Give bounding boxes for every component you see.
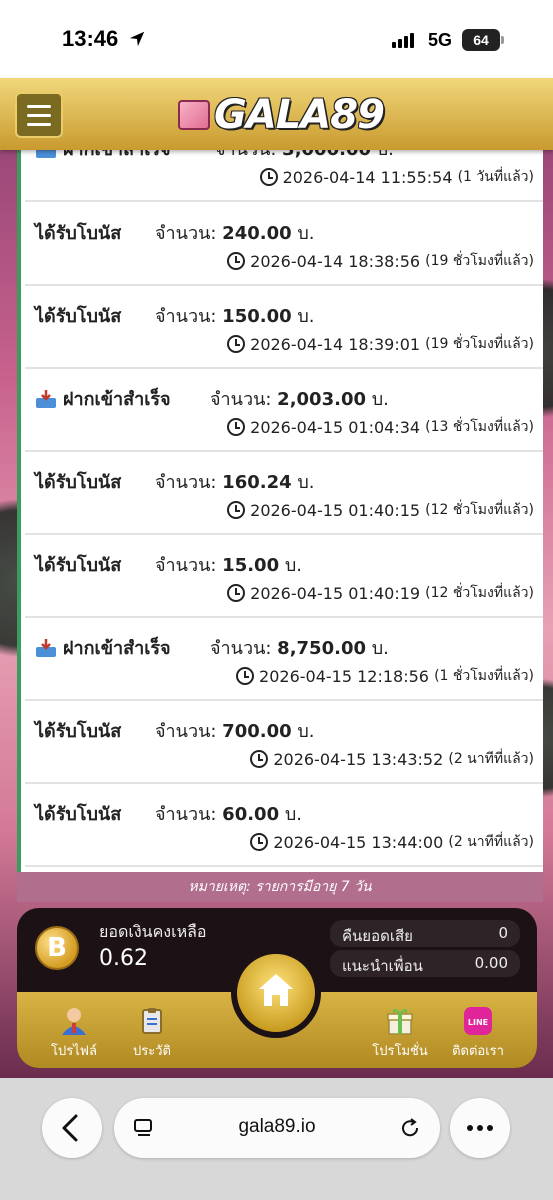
status-time: 13:46: [62, 26, 119, 51]
clock-icon: [250, 750, 269, 768]
clock-icon: [227, 501, 246, 519]
svg-text:LINE: LINE: [468, 1018, 488, 1027]
transaction-type: ฝากเข้าสำเร็จ: [35, 384, 171, 413]
transaction-amount: จำนวน: 2,003.00 บ.: [210, 389, 389, 410]
transaction-amount: จำนวน: 150.00 บ.: [155, 306, 315, 327]
url-text: gala89.io: [238, 1116, 316, 1137]
transaction-datetime: 2026-04-15 13:44:00 (2 นาทีที่แล้ว): [250, 831, 534, 853]
url-bar[interactable]: gala89.io: [114, 1098, 440, 1158]
back-button[interactable]: [42, 1098, 102, 1158]
more-options-button[interactable]: [450, 1098, 510, 1158]
bitcoin-coin-icon: B: [35, 926, 79, 970]
status-bar: 13:46 5G 64: [0, 0, 553, 78]
transaction-item: ได้รับโบนัส จำนวน: 160.24 บ. 2026-04-15 …: [25, 455, 543, 535]
home-button[interactable]: [231, 948, 321, 1038]
transaction-amount: จำนวน: 8,750.00 บ.: [210, 638, 389, 659]
transaction-type: ได้รับโบนัส: [35, 721, 122, 742]
transaction-list[interactable]: ฝากเข้าสำเร็จ จำนวน: 3,000.00 บ. 2026-04…: [17, 150, 543, 872]
nav-promotion[interactable]: โปรโมชั่น: [365, 1006, 435, 1061]
transaction-item: ได้รับโบนัส จำนวน: 150.00 บ. 2026-04-14 …: [25, 289, 543, 369]
inbox-tray-icon: [35, 150, 57, 159]
clock-icon: [227, 252, 246, 270]
transaction-type: ฝากเข้าสำเร็จ: [35, 633, 171, 662]
balance-value: 0.62: [99, 946, 148, 971]
cellular-signal-icon: [392, 33, 414, 48]
chevron-left-icon: [62, 1114, 78, 1142]
clock-icon: [259, 168, 278, 186]
transaction-datetime: 2026-04-15 13:43:52 (2 นาทีที่แล้ว): [250, 748, 534, 770]
clock-icon: [236, 667, 255, 685]
wallet-dock: B ยอดเงินคงเหลือ 0.62 คืนยอดเสีย 0 แนะนำ…: [17, 908, 537, 1068]
nav-contact[interactable]: LINE ติดต่อเรา: [443, 1006, 513, 1061]
browser-toolbar: gala89.io: [0, 1078, 553, 1200]
transaction-datetime: 2026-04-14 18:38:56 (19 ชั่วโมงที่แล้ว): [227, 250, 534, 272]
reload-icon[interactable]: [398, 1116, 422, 1140]
nav-profile[interactable]: โปรไฟล์: [39, 1006, 109, 1061]
gift-icon: [385, 1006, 415, 1036]
transaction-amount: จำนวน: 3,000.00 บ.: [215, 150, 394, 163]
transaction-item: ฝากเข้าสำเร็จ จำนวน: 2,003.00 บ. 2026-04…: [25, 372, 543, 452]
retention-note: หมายเหตุ: รายการมีอายุ 7 วัน: [17, 872, 543, 902]
brand-name: GALA89: [214, 92, 385, 138]
transaction-item: ได้รับโบนัส จำนวน: 15.00 บ. 2026-04-15 0…: [25, 538, 543, 618]
app-header: GALA89: [0, 78, 553, 150]
transaction-type: ได้รับโบนัส: [35, 804, 122, 825]
transaction-amount: จำนวน: 15.00 บ.: [155, 555, 302, 576]
transaction-item: ฝากเข้าสำเร็จ จำนวน: 8,750.00 บ. 2026-04…: [25, 621, 543, 701]
transaction-item: ได้รับโบนัส จำนวน: 60.00 บ. 2026-04-15 1…: [25, 787, 543, 867]
balance-label: ยอดเงินคงเหลือ: [99, 922, 207, 941]
inbox-tray-icon: [35, 638, 57, 658]
clock-icon: [227, 418, 246, 436]
transaction-amount: จำนวน: 60.00 บ.: [155, 804, 302, 825]
clipboard-icon: [137, 1006, 167, 1036]
user-avatar-icon: [59, 1006, 89, 1036]
battery-tip: [501, 36, 504, 44]
transaction-datetime: 2026-04-14 11:55:54 (1 วันที่แล้ว): [259, 166, 534, 188]
transaction-type: ได้รับโบนัส: [35, 223, 122, 244]
transaction-type: ได้รับโบนัส: [35, 555, 122, 576]
clock-icon: [227, 335, 246, 353]
transaction-datetime: 2026-04-15 01:04:34 (13 ชั่วโมงที่แล้ว): [227, 416, 534, 438]
home-icon: [259, 974, 293, 1006]
clock-icon: [250, 833, 269, 851]
transaction-datetime: 2026-04-14 18:39:01 (19 ชั่วโมงที่แล้ว): [227, 333, 534, 355]
inbox-tray-icon: [35, 389, 57, 409]
transaction-type: ได้รับโบนัส: [35, 472, 122, 493]
network-type: 5G: [428, 30, 453, 50]
transaction-item: ฝากเข้าสำเร็จ จำนวน: 3,000.00 บ. 2026-04…: [25, 150, 543, 202]
transaction-item: ได้รับโบนัส จำนวน: 700.00 บ. 2026-04-15 …: [25, 704, 543, 784]
clock-icon: [227, 584, 246, 602]
transaction-type: ฝากเข้าสำเร็จ: [35, 150, 171, 163]
referral-stat[interactable]: แนะนำเพื่อน 0.00: [330, 950, 520, 977]
ellipsis-icon: [467, 1125, 493, 1131]
nav-history[interactable]: ประวัติ: [117, 1006, 187, 1061]
transaction-item: ได้รับโบนัส จำนวน: 240.00 บ. 2026-04-14 …: [25, 206, 543, 286]
transaction-amount: จำนวน: 160.24 บ.: [155, 472, 315, 493]
transaction-datetime: 2026-04-15 01:40:19 (12 ชั่วโมงที่แล้ว): [227, 582, 534, 604]
transaction-type: ได้รับโบนัส: [35, 306, 122, 327]
transaction-amount: จำนวน: 240.00 บ.: [155, 223, 315, 244]
transaction-amount: จำนวน: 700.00 บ.: [155, 721, 315, 742]
gift-box-icon: [178, 100, 210, 130]
location-arrow-icon: [129, 31, 145, 47]
hamburger-menu-button[interactable]: [15, 92, 63, 138]
cashback-stat[interactable]: คืนยอดเสีย 0: [330, 920, 520, 947]
brand-logo[interactable]: GALA89: [178, 90, 385, 140]
transaction-datetime: 2026-04-15 01:40:15 (12 ชั่วโมงที่แล้ว): [227, 499, 534, 521]
line-app-icon: LINE: [463, 1006, 493, 1036]
battery-icon: 64: [462, 29, 500, 51]
transaction-datetime: 2026-04-15 12:18:56 (1 ชั่วโมงที่แล้ว): [236, 665, 534, 687]
